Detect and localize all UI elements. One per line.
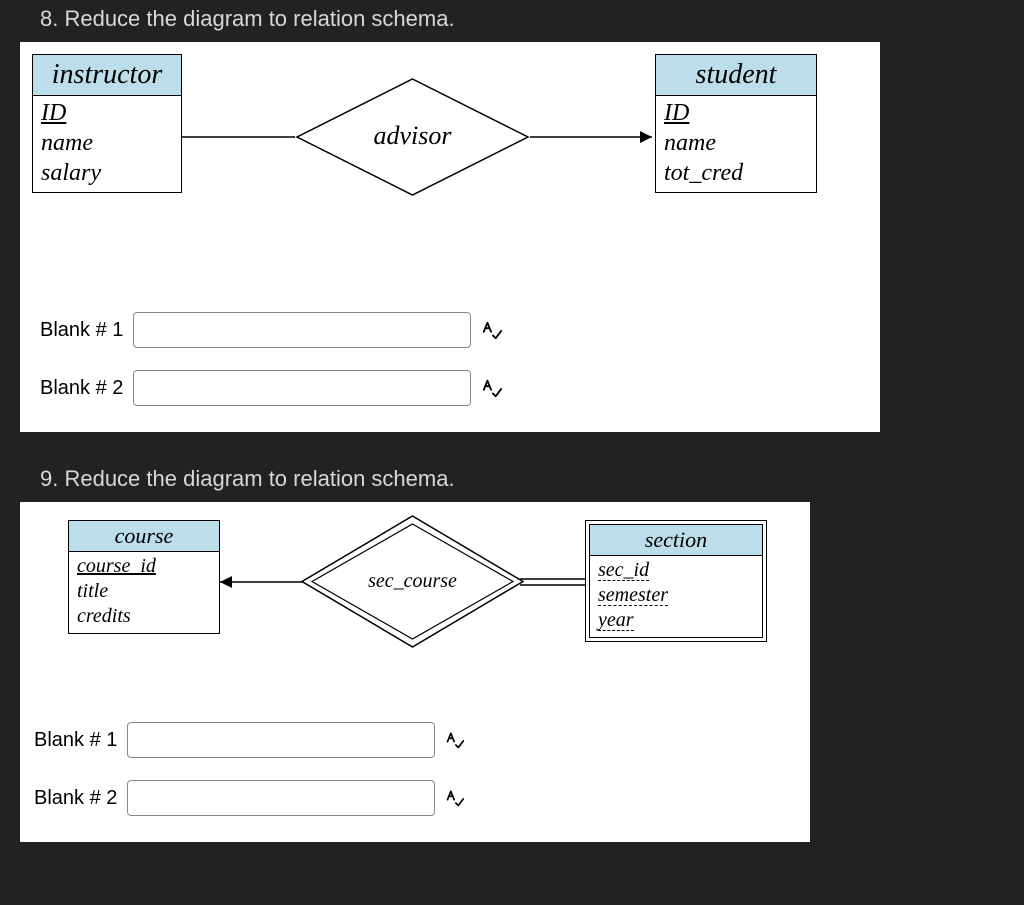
q9-panel: course course_id title credits sec_cours… xyxy=(20,502,810,842)
entity-section-attr-secid: sec_id xyxy=(598,558,754,583)
q8-blank-2-input[interactable] xyxy=(133,370,471,406)
relationship-sec-course-label: sec_course xyxy=(300,570,525,593)
entity-section-attr-semester: semester xyxy=(598,583,754,608)
entity-student-attr-id: ID xyxy=(664,98,808,128)
entity-student-attr-totcred: tot_cred xyxy=(664,158,808,188)
spellcheck-icon[interactable] xyxy=(445,730,465,750)
entity-course-title: course xyxy=(69,521,219,552)
question-8-prompt: 8. Reduce the diagram to relation schema… xyxy=(0,0,1024,42)
relationship-advisor-label: advisor xyxy=(295,121,530,151)
q8-panel: instructor ID name salary advisor studen… xyxy=(20,42,880,432)
entity-section-title: section xyxy=(590,525,762,556)
entity-student-attr-name: name xyxy=(664,128,808,158)
entity-instructor-attr-name: name xyxy=(41,128,173,158)
q8-blank-2-row: Blank # 2 xyxy=(40,370,503,406)
entity-instructor-attr-id: ID xyxy=(41,98,173,128)
spellcheck-icon[interactable] xyxy=(481,319,503,341)
entity-student: student ID name tot_cred xyxy=(655,54,817,193)
question-9-prompt: 9. Reduce the diagram to relation schema… xyxy=(0,460,1024,502)
relationship-sec-course: sec_course xyxy=(300,514,525,649)
entity-instructor-title: instructor xyxy=(33,55,181,96)
q9-blank-2-input[interactable] xyxy=(127,780,435,816)
q8-blank-1-row: Blank # 1 xyxy=(40,312,503,348)
entity-section-attr-year: year xyxy=(598,608,754,633)
relationship-advisor: advisor xyxy=(295,77,530,197)
q9-blank-2-label: Blank # 2 xyxy=(34,787,117,810)
spellcheck-icon[interactable] xyxy=(481,377,503,399)
entity-course: course course_id title credits xyxy=(68,520,220,634)
q9-blank-2-row: Blank # 2 xyxy=(34,780,465,816)
entity-instructor: instructor ID name salary xyxy=(32,54,182,193)
entity-course-attr-courseid: course_id xyxy=(77,554,211,579)
spellcheck-icon[interactable] xyxy=(445,788,465,808)
q9-blank-1-row: Blank # 1 xyxy=(34,722,465,758)
q8-blank-2-label: Blank # 2 xyxy=(40,377,123,400)
entity-student-title: student xyxy=(656,55,816,96)
entity-course-attr-title: title xyxy=(77,579,211,604)
q8-blank-1-input[interactable] xyxy=(133,312,471,348)
entity-instructor-attr-salary: salary xyxy=(41,158,173,188)
entity-course-attr-credits: credits xyxy=(77,604,211,629)
q9-blank-1-input[interactable] xyxy=(127,722,435,758)
entity-section: section sec_id semester year xyxy=(585,520,767,642)
q8-blank-1-label: Blank # 1 xyxy=(40,319,123,342)
q9-blank-1-label: Blank # 1 xyxy=(34,729,117,752)
